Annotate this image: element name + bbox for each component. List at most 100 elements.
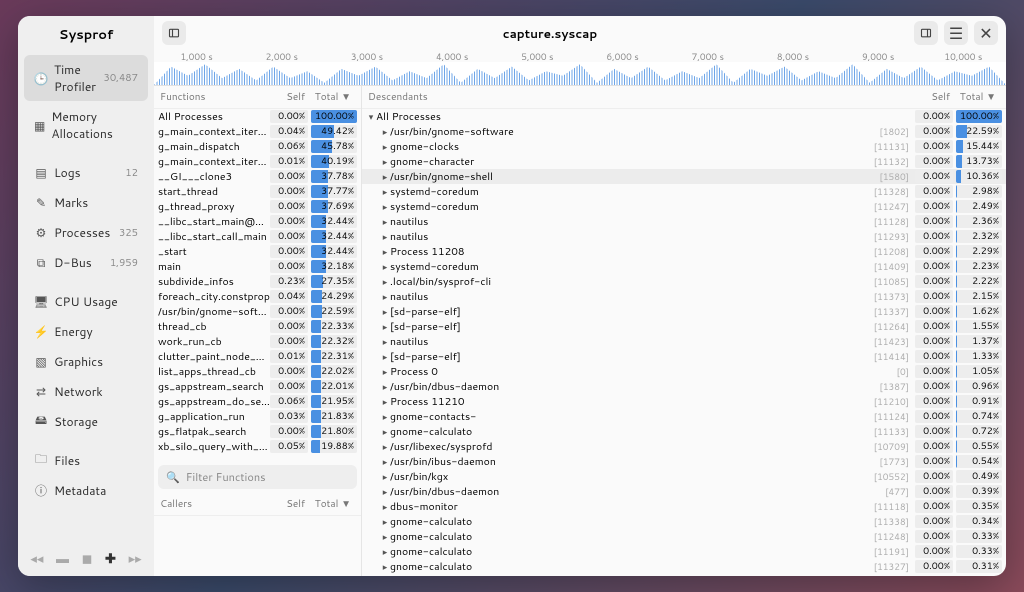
descendant-row[interactable]: ▸systemd-coredum[11247]0.00%2.49% <box>362 199 1006 214</box>
descendant-row[interactable]: ▸/usr/bin/gnome-shell[1580]0.00%10.36% <box>362 169 1006 184</box>
sidebar-item-cpu-usage[interactable]: 🖥CPU Usage <box>24 287 148 316</box>
sidebar-item-time-profiler[interactable]: 🕒Time Profiler30,487 <box>24 55 148 101</box>
sidebar-item-energy[interactable]: ⚡Energy <box>24 317 148 346</box>
desc-total-header[interactable]: Total ▼ <box>950 90 1000 104</box>
expand-icon[interactable]: ▸ <box>380 485 390 498</box>
function-row[interactable]: g_main_dispatch0.06%45.78% <box>154 139 361 154</box>
descendant-row[interactable]: ▸dbus-monitor[11118]0.00%0.35% <box>362 499 1006 514</box>
descendant-row[interactable]: ▸[sd-parse-elf][11337]0.00%1.62% <box>362 304 1006 319</box>
expand-icon[interactable]: ▸ <box>380 350 390 363</box>
function-row[interactable]: foreach_city.constprop0.04%24.29% <box>154 289 361 304</box>
desc-self-header[interactable]: Self <box>908 90 950 104</box>
expand-icon[interactable]: ▸ <box>380 200 390 213</box>
expand-icon[interactable]: ▸ <box>380 410 390 423</box>
descendant-row[interactable]: ▸[sd-parse-elf][11414]0.00%1.33% <box>362 349 1006 364</box>
expand-icon[interactable]: ▸ <box>380 305 390 318</box>
descendant-row[interactable]: ▸gnome-calculato[11338]0.00%0.34% <box>362 514 1006 529</box>
descendant-row[interactable]: ▸/usr/bin/gnome-software[1802]0.00%22.59… <box>362 124 1006 139</box>
descendant-row[interactable]: ▾All Processes0.00%100.00% <box>362 109 1006 124</box>
sidebar-item-files[interactable]: 🗀Files <box>24 446 148 475</box>
expand-icon[interactable]: ▸ <box>380 395 390 408</box>
descendant-row[interactable]: ▸/usr/libexec/sysprofd[10709]0.00%0.55% <box>362 439 1006 454</box>
descendants-header[interactable]: Descendants <box>368 90 908 104</box>
expand-icon[interactable]: ▸ <box>380 515 390 528</box>
function-row[interactable]: list_apps_thread_cb0.00%22.02% <box>154 364 361 379</box>
descendant-row[interactable]: ▸nautilus[11423]0.00%1.37% <box>362 334 1006 349</box>
descendant-row[interactable]: ▸gnome-calculato[11248]0.00%0.33% <box>362 529 1006 544</box>
secondary-panel-button[interactable] <box>914 21 938 45</box>
function-row[interactable]: g_thread_proxy0.00%37.69% <box>154 199 361 214</box>
function-row[interactable]: __libc_start_call_main0.00%32.44% <box>154 229 361 244</box>
expand-icon[interactable]: ▸ <box>380 320 390 333</box>
callers-header[interactable]: Callers <box>160 497 263 511</box>
function-row[interactable]: g_main_context_iterate0.01%40.19% <box>154 154 361 169</box>
descendant-row[interactable]: ▸/usr/bin/dbus-daemon[1387]0.00%0.96% <box>362 379 1006 394</box>
function-row[interactable]: gs_flatpak_search0.00%21.80% <box>154 424 361 439</box>
expand-icon[interactable]: ▸ <box>380 455 390 468</box>
descendant-row[interactable]: ▸systemd-coredum[11328]0.00%2.98% <box>362 184 1006 199</box>
expand-icon[interactable]: ▸ <box>380 440 390 453</box>
function-row[interactable]: g_application_run0.03%21.83% <box>154 409 361 424</box>
toggle-sidebar-button[interactable] <box>162 21 186 45</box>
callers-total-header[interactable]: Total ▼ <box>305 497 355 511</box>
sidebar-item-storage[interactable]: 🖴Storage <box>24 407 148 436</box>
function-row[interactable]: /usr/bin/gnome-software0.00%22.59% <box>154 304 361 319</box>
descendant-row[interactable]: ▸systemd-coredum[11409]0.00%2.23% <box>362 259 1006 274</box>
function-row[interactable]: clutter_paint_node_paint0.01%22.31% <box>154 349 361 364</box>
descendant-row[interactable]: ▸gnome-calculato[11133]0.00%0.72% <box>362 424 1006 439</box>
expand-icon[interactable]: ▸ <box>380 545 390 558</box>
descendant-row[interactable]: ▸gnome-calculato[11327]0.00%0.31% <box>362 559 1006 574</box>
timeline-waveform[interactable] <box>154 62 1006 86</box>
sidebar-item-network[interactable]: ⇄Network <box>24 377 148 406</box>
menu-button[interactable]: ☰ <box>944 21 968 45</box>
function-row[interactable]: gs_appstream_search0.00%22.01% <box>154 379 361 394</box>
descendant-row[interactable]: ▸nautilus[11128]0.00%2.36% <box>362 214 1006 229</box>
function-row[interactable]: xb_silo_query_with_root0.05%19.88% <box>154 439 361 454</box>
function-row[interactable]: gs_appstream_do_search0.06%21.95% <box>154 394 361 409</box>
descendant-row[interactable]: ▸Process 0[0]0.00%1.05% <box>362 364 1006 379</box>
descendant-row[interactable]: ▸nautilus[11293]0.00%2.32% <box>362 229 1006 244</box>
expand-icon[interactable]: ▸ <box>380 245 390 258</box>
expand-icon[interactable]: ▸ <box>380 125 390 138</box>
sidebar-item-logs[interactable]: ▤Logs12 <box>24 158 148 187</box>
descendant-row[interactable]: ▸gnome-character[11132]0.00%13.73% <box>362 154 1006 169</box>
expand-icon[interactable]: ▸ <box>380 290 390 303</box>
expand-icon[interactable]: ▸ <box>380 560 390 573</box>
expand-icon[interactable]: ▸ <box>380 530 390 543</box>
self-header[interactable]: Self <box>263 90 305 104</box>
callers-self-header[interactable]: Self <box>263 497 305 511</box>
descendant-row[interactable]: ▸nautilus[11373]0.00%2.15% <box>362 289 1006 304</box>
expand-icon[interactable]: ▸ <box>380 365 390 378</box>
expand-icon[interactable]: ▸ <box>380 185 390 198</box>
expand-icon[interactable]: ▾ <box>366 110 376 123</box>
function-row[interactable]: __GI___clone30.00%37.78% <box>154 169 361 184</box>
expand-icon[interactable]: ▸ <box>380 230 390 243</box>
total-header[interactable]: Total ▼ <box>305 90 355 104</box>
expand-icon[interactable]: ▸ <box>380 170 390 183</box>
descendant-row[interactable]: ▸/usr/bin/ibus-daemon[1773]0.00%0.54% <box>362 454 1006 469</box>
descendant-row[interactable]: ▸Process 11210[11210]0.00%0.91% <box>362 394 1006 409</box>
sidebar-item-marks[interactable]: ✎Marks <box>24 188 148 217</box>
function-row[interactable]: thread_cb0.00%22.33% <box>154 319 361 334</box>
stop-button[interactable]: ◼ <box>82 550 93 568</box>
sidebar-item-metadata[interactable]: ⓘMetadata <box>24 476 148 505</box>
sidebar-item-processes[interactable]: ⚙Processes325 <box>24 218 148 247</box>
expand-icon[interactable]: ▸ <box>380 260 390 273</box>
remove-button[interactable]: ▬ <box>56 550 69 568</box>
expand-icon[interactable]: ▸ <box>380 470 390 483</box>
descendant-row[interactable]: ▸gnome-calculato[11191]0.00%0.33% <box>362 544 1006 559</box>
function-row[interactable]: start_thread0.00%37.77% <box>154 184 361 199</box>
expand-icon[interactable]: ▸ <box>380 275 390 288</box>
descendant-row[interactable]: ▸gnome-contacts-[11124]0.00%0.74% <box>362 409 1006 424</box>
function-row[interactable]: __libc_start_main@GLIBC0.00%32.44% <box>154 214 361 229</box>
function-row[interactable]: subdivide_infos0.23%27.35% <box>154 274 361 289</box>
expand-icon[interactable]: ▸ <box>380 500 390 513</box>
functions-header[interactable]: Functions <box>160 90 263 104</box>
filter-functions-input[interactable]: 🔍 Filter Functions <box>158 465 357 489</box>
expand-icon[interactable]: ▸ <box>380 215 390 228</box>
function-row[interactable]: work_run_cb0.00%22.32% <box>154 334 361 349</box>
sidebar-item-d-bus[interactable]: ⧉D-Bus1,959 <box>24 248 148 277</box>
expand-icon[interactable]: ▸ <box>380 140 390 153</box>
function-row[interactable]: All Processes0.00%100.00% <box>154 109 361 124</box>
descendant-row[interactable]: ▸Process 11208[11208]0.00%2.29% <box>362 244 1006 259</box>
